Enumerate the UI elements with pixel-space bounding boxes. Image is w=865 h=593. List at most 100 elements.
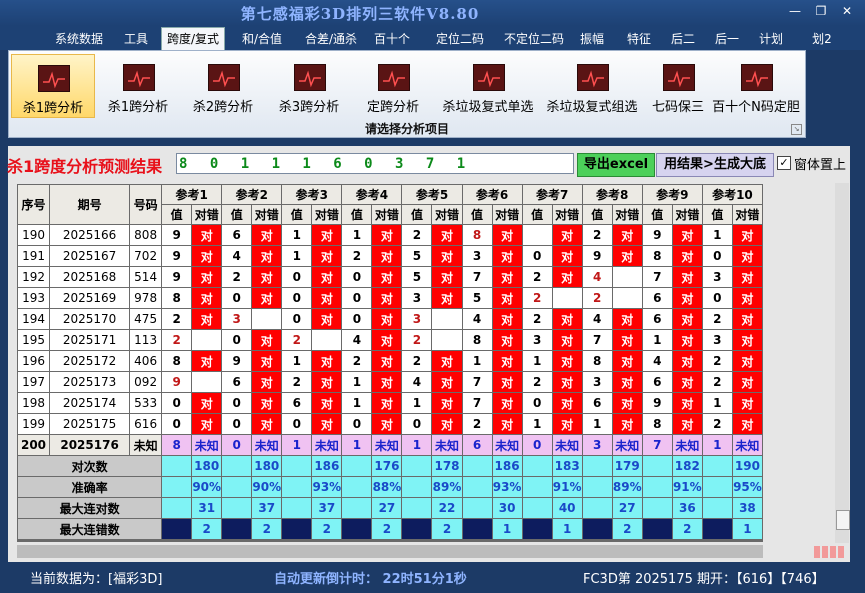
row-code: 533: [129, 392, 163, 414]
analysis-tool-button[interactable]: 杀3跨分析: [267, 54, 351, 116]
table-row[interactable]: 193 2025169 978 8 对 0 对 0 对 0 对 3 对 5 对 2 2 6 对 0 对: [17, 287, 763, 309]
cell-result: 对: [731, 371, 763, 393]
stats-value: 2: [671, 518, 703, 540]
table-row[interactable]: 199 2025175 616 0 对 0 对 0 对 0 对 0 对 2 对 1 对 1 对 8 对 2 对: [17, 413, 763, 435]
cell-result: 未知: [191, 434, 223, 456]
menu-item[interactable]: 工具: [118, 29, 154, 49]
analysis-tool-button[interactable]: 杀2跨分析: [181, 54, 265, 116]
stats-value: 27: [371, 497, 403, 519]
vertical-scrollbar[interactable]: [835, 183, 850, 543]
cell-value: 2: [341, 245, 373, 267]
stats-value: 89%: [611, 476, 643, 498]
table-row[interactable]: 191 2025167 702 9 对 4 对 1 对 2 对 5 对 3 对 0 对 9 对 8 对 0 对: [17, 245, 763, 267]
resize-grip[interactable]: [814, 546, 848, 558]
cell-result: 对: [551, 266, 583, 288]
menu-item[interactable]: 计划: [753, 29, 789, 49]
analysis-tool-label: 杀垃圾复式单选: [442, 100, 534, 115]
stats-spacer: [581, 497, 613, 519]
cell-value: 3: [521, 329, 553, 351]
stats-value: 1: [551, 518, 583, 540]
horizontal-scrollbar[interactable]: [17, 545, 763, 558]
stats-spacer: [221, 518, 253, 540]
header-period: 期号: [49, 184, 131, 225]
analysis-tool-label: 杀1跨分析: [22, 101, 84, 116]
stats-spacer: [701, 497, 733, 519]
header-result: 对错: [671, 204, 703, 225]
chart-icon: [741, 64, 773, 91]
cell-value: 2: [401, 350, 433, 372]
menu-item[interactable]: 百十个: [372, 29, 412, 49]
header-value: 值: [521, 204, 553, 225]
menu-item[interactable]: 振幅: [574, 29, 610, 49]
analysis-tool-button[interactable]: 杀1跨分析: [11, 54, 95, 118]
table-row[interactable]: 190 2025166 808 9 对 6 对 1 对 1 对 2 对 8 对对 2 对 9 对 1 对: [17, 224, 763, 246]
table-row[interactable]: 194 2025170 475 2 对 3 0 对 0 对 3 4 对 2 对 4 对 6 对 2 对: [17, 308, 763, 330]
analysis-tool-button[interactable]: 七码保三: [645, 54, 711, 116]
menu-item[interactable]: 定位二码: [426, 29, 494, 49]
current-data-label: 当前数据为：[福彩3D]: [30, 572, 163, 587]
cell-result: 对: [491, 413, 523, 435]
analysis-tool-button[interactable]: 杀垃圾复式组选: [539, 54, 645, 116]
menu-item[interactable]: 不定位二码: [497, 29, 571, 49]
cell-result: 对: [431, 287, 463, 309]
cell-result: 对: [671, 371, 703, 393]
header-ref: 参考5: [401, 184, 463, 205]
cell-value: 9: [161, 371, 193, 393]
generate-base-button[interactable]: 用结果>生成大底: [656, 153, 774, 177]
cell-value: 3: [401, 287, 433, 309]
analysis-tool-button[interactable]: 百十个N码定胆: [711, 54, 801, 116]
cell-value: 2: [521, 266, 553, 288]
stats-value: 182: [671, 455, 703, 477]
cell-result: 对: [671, 392, 703, 414]
table-row[interactable]: 192 2025168 514 9 对 2 对 0 对 0 对 5 对 7 对 2 对 4 7 对 3 对: [17, 266, 763, 288]
table-row[interactable]: 196 2025172 406 8 对 9 对 1 对 2 对 2 对 1 对 1 对 8 对 4 对 2 对: [17, 350, 763, 372]
cell-result: 对: [431, 371, 463, 393]
analysis-tool-button[interactable]: 杀1跨分析: [99, 54, 177, 116]
scroll-thumb[interactable]: [836, 510, 850, 530]
analysis-tool-button[interactable]: 杀垃圾复式单选: [433, 54, 543, 116]
header-ref: 参考3: [281, 184, 343, 205]
minimize-icon[interactable]: —: [786, 4, 804, 18]
close-icon[interactable]: ✕: [838, 4, 856, 18]
table-row[interactable]: 197 2025173 092 9 6 对 2 对 1 对 4 对 7 对 2 对 3 对 6 对 2 对: [17, 371, 763, 393]
row-seq: 199: [17, 413, 51, 435]
stats-value: 186: [311, 455, 343, 477]
cell-value: 2: [161, 308, 193, 330]
menu-item[interactable]: 特征: [621, 29, 657, 49]
stats-spacer: [641, 518, 673, 540]
export-excel-button[interactable]: 导出excel: [577, 153, 655, 177]
header-value: 值: [161, 204, 193, 225]
cell-result: 对: [251, 287, 283, 309]
cell-value: 0: [161, 392, 193, 414]
menu-item[interactable]: 后一: [709, 29, 745, 49]
cell-result: 对: [191, 266, 223, 288]
stats-spacer: [341, 476, 373, 498]
header-code: 号码: [129, 184, 163, 225]
ribbon-expand-icon[interactable]: ↘: [791, 124, 802, 135]
menu-item[interactable]: 跨度/复式: [161, 27, 225, 51]
table-row[interactable]: 195 2025171 113 2 0 对 2 4 对 2 8 对 3 对 7 对 1 对 3 对: [17, 329, 763, 351]
restore-icon[interactable]: ❐: [812, 4, 830, 18]
analysis-tool-button[interactable]: 定跨分析: [353, 54, 433, 116]
result-value[interactable]: 8 0 1 1 1 6 0 3 7 1: [176, 153, 574, 174]
cell-value: 7: [641, 434, 673, 456]
cell-result: 对: [191, 287, 223, 309]
menu-item[interactable]: 划2: [807, 29, 837, 49]
menu-item[interactable]: 系统数据: [48, 29, 110, 49]
header-result: 对错: [611, 204, 643, 225]
menu-item[interactable]: 和/合值: [235, 29, 289, 49]
menu-item[interactable]: 后二: [665, 29, 701, 49]
pin-window-checkbox[interactable]: ✓: [777, 156, 791, 170]
stats-spacer: [281, 518, 313, 540]
cell-value: 6: [461, 434, 493, 456]
cell-value: 2: [521, 287, 553, 309]
stats-label: 对次数: [17, 455, 163, 477]
cell-value: 8: [161, 350, 193, 372]
header-result: 对错: [551, 204, 583, 225]
cell-result: 对: [371, 224, 403, 246]
cell-value: 4: [581, 308, 613, 330]
table-row[interactable]: 198 2025174 533 0 对 0 对 6 对 1 对 1 对 7 对 0 对 6 对 9 对 1 对: [17, 392, 763, 414]
cell-result: 对: [431, 266, 463, 288]
table-row[interactable]: 200 2025176 未知 8 未知 0 未知 1 未知 1 未知 1 未知 6 未知 0 未知 3 未知 7 未知 1…: [17, 434, 763, 456]
menu-item[interactable]: 合差/通杀: [296, 29, 366, 49]
